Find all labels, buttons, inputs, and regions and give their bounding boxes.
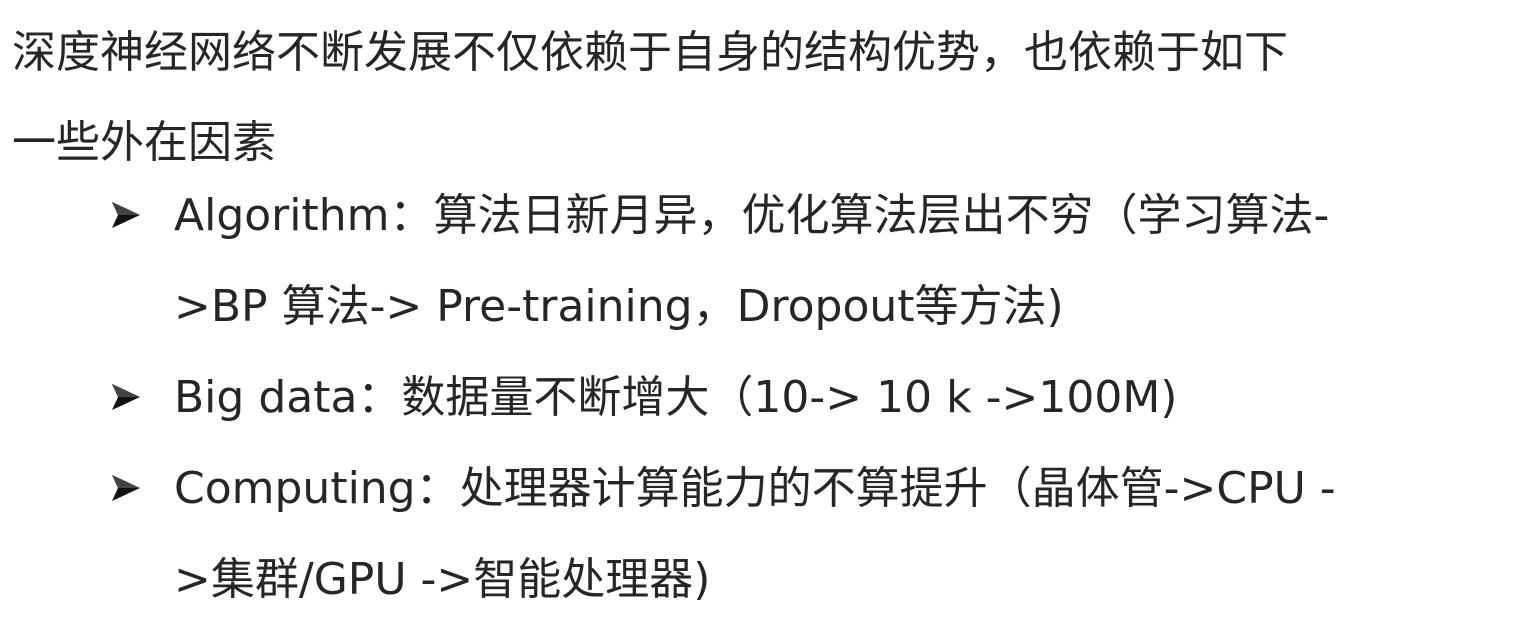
arrow-bullet-icon — [108, 352, 144, 443]
computing-text-line-1: Computing：处理器计算能力的不算提升（晶体管->CPU - — [174, 463, 1336, 514]
factor-list: Algorithm：算法日新月异，优化算法层出不穷（学习算法- >BP 算法->… — [108, 170, 1508, 625]
arrow-bullet-icon — [108, 170, 144, 261]
list-item-computing: Computing：处理器计算能力的不算提升（晶体管->CPU - >集群/GP… — [108, 443, 1508, 625]
big-data-text: Big data：数据量不断增大（10-> 10 k ->100M) — [174, 372, 1178, 423]
slide: 深度神经网络不断发展不仅依赖于自身的结构优势，也依赖于如下 一些外在因素 Alg… — [0, 0, 1518, 630]
intro-line-1: 深度神经网络不断发展不仅依赖于自身的结构优势，也依赖于如下 — [12, 27, 1288, 78]
intro-paragraph: 深度神经网络不断发展不仅依赖于自身的结构优势，也依赖于如下 一些外在因素 — [12, 8, 1502, 188]
algorithm-text-line-1: Algorithm：算法日新月异，优化算法层出不穷（学习算法- — [174, 190, 1330, 241]
arrow-bullet-icon — [108, 443, 144, 534]
algorithm-text-line-2: >BP 算法-> Pre-training，Dropout等方法) — [174, 281, 1064, 332]
computing-text-line-2: >集群/GPU ->智能处理器) — [174, 554, 711, 605]
list-item-algorithm: Algorithm：算法日新月异，优化算法层出不穷（学习算法- >BP 算法->… — [108, 170, 1508, 352]
list-item-big-data: Big data：数据量不断增大（10-> 10 k ->100M) — [108, 352, 1508, 443]
